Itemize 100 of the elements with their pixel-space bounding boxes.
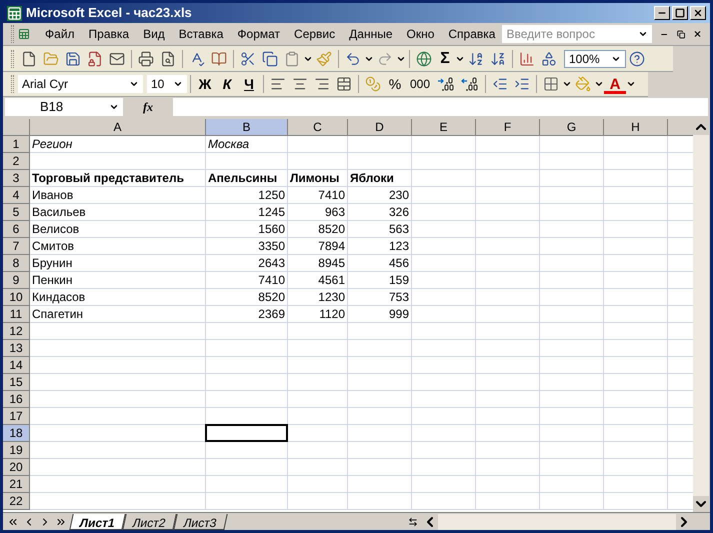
table-cell	[288, 357, 348, 374]
row-header[interactable]: 14	[3, 357, 30, 374]
maximize-button[interactable]	[672, 6, 688, 20]
table-cell	[476, 340, 540, 357]
row-header[interactable]: 8	[3, 255, 30, 272]
column-header[interactable]: G	[540, 119, 604, 136]
row-header[interactable]: 22	[3, 493, 30, 510]
select-all-corner[interactable]	[3, 119, 30, 136]
row-header[interactable]: 9	[3, 272, 30, 289]
row-header[interactable]: 6	[3, 221, 30, 238]
zoom-field[interactable]: 100%	[564, 50, 626, 68]
table-cell	[540, 476, 604, 493]
menu-item[interactable]: Окно	[400, 24, 442, 44]
table-cell	[288, 391, 348, 408]
table-cell	[288, 442, 348, 459]
table-cell	[412, 425, 476, 442]
table-cell	[412, 306, 476, 323]
table-cell	[348, 153, 412, 170]
row-header[interactable]: 15	[3, 374, 30, 391]
table-cell: 123	[348, 238, 412, 255]
bold-button[interactable]: Ж	[194, 74, 216, 94]
thousands-button[interactable]: 000	[406, 75, 434, 93]
font-size-field[interactable]: 10	[147, 75, 187, 93]
table-cell	[412, 187, 476, 204]
row-header[interactable]: 21	[3, 476, 30, 493]
menu-item[interactable]: Сервис	[287, 24, 342, 44]
caret-icon[interactable]	[626, 79, 636, 89]
row-header[interactable]: 10	[3, 289, 30, 306]
menu-item[interactable]: Файл	[38, 24, 82, 44]
table-cell: Брунин	[30, 255, 206, 272]
menu-item[interactable]: Вставка	[172, 24, 230, 44]
table-cell	[412, 272, 476, 289]
caret-icon[interactable]	[173, 79, 183, 89]
row-header[interactable]: 4	[3, 187, 30, 204]
row-header[interactable]: 13	[3, 340, 30, 357]
row-header[interactable]: 3	[3, 170, 30, 187]
sheet-tab[interactable]: Лист1	[69, 514, 126, 530]
row-header[interactable]: 18	[3, 425, 30, 442]
table-cell	[288, 476, 348, 493]
row-header[interactable]: 7	[3, 238, 30, 255]
percent-button[interactable]: %	[384, 74, 406, 94]
column-header[interactable]: H	[604, 119, 668, 136]
caret-icon[interactable]	[594, 79, 604, 89]
column-header[interactable]: D	[348, 119, 412, 136]
font-field[interactable]: Arial Cyr	[18, 75, 143, 93]
row-header[interactable]: 16	[3, 391, 30, 408]
row-header[interactable]: 5	[3, 204, 30, 221]
column-header[interactable]: F	[476, 119, 540, 136]
name-box[interactable]: B18	[5, 98, 123, 116]
menu-item[interactable]: Формат	[230, 24, 288, 44]
underline-button[interactable]: Ч	[238, 74, 260, 94]
row-header[interactable]: 17	[3, 408, 30, 425]
help-search-field[interactable]: Введите вопрос	[502, 25, 652, 43]
caret-icon[interactable]	[638, 29, 648, 39]
close-icon[interactable]	[693, 28, 702, 40]
insert-function-button[interactable]: fx	[123, 98, 173, 116]
column-header[interactable]: B	[206, 119, 288, 136]
table-cell	[540, 391, 604, 408]
menu-item[interactable]: Правка	[82, 24, 136, 44]
row-header[interactable]: 19	[3, 442, 30, 459]
column-header[interactable]: C	[288, 119, 348, 136]
split-handle-icon[interactable]	[408, 516, 418, 526]
restore-icon[interactable]	[676, 28, 685, 40]
row-header[interactable]: 1	[3, 136, 30, 153]
font-color-button[interactable]: A	[604, 74, 626, 94]
sheet-tab[interactable]: Лист2	[122, 514, 176, 530]
scroll-right-icon[interactable]	[676, 514, 692, 530]
column-header[interactable]: A	[30, 119, 206, 136]
table-cell	[540, 204, 604, 221]
column-header[interactable]: E	[412, 119, 476, 136]
italic-button[interactable]: К	[216, 74, 238, 94]
caret-icon[interactable]	[562, 79, 572, 89]
row-header[interactable]: 12	[3, 323, 30, 340]
menu-item[interactable]: Данные	[342, 24, 400, 44]
caret-icon[interactable]	[129, 79, 139, 89]
vertical-scrollbar[interactable]	[693, 119, 709, 512]
table-cell: 1250	[206, 187, 288, 204]
minimize-button[interactable]	[654, 6, 670, 20]
scroll-down-icon[interactable]	[693, 496, 709, 512]
table-cell	[412, 238, 476, 255]
table-cell: Яблоки	[348, 170, 412, 187]
close-button[interactable]	[690, 6, 706, 20]
autosum-button[interactable]: Σ	[435, 46, 455, 70]
menu-item[interactable]: Вид	[136, 24, 172, 44]
sheet-tab[interactable]: Лист3	[173, 514, 228, 530]
row-header[interactable]: 2	[3, 153, 30, 170]
document-icon[interactable]	[18, 26, 30, 42]
caret-icon[interactable]	[109, 102, 119, 112]
scroll-up-icon[interactable]	[693, 119, 709, 135]
table-cell	[540, 374, 604, 391]
table-cell	[288, 493, 348, 510]
row-header[interactable]: 11	[3, 306, 30, 323]
row-header[interactable]: 20	[3, 459, 30, 476]
table-cell	[540, 272, 604, 289]
table-cell	[348, 136, 412, 153]
menu-item[interactable]: Справка	[441, 24, 502, 44]
table-cell	[540, 493, 604, 510]
scroll-left-icon[interactable]	[422, 514, 438, 530]
table-cell	[348, 357, 412, 374]
formula-input[interactable]	[173, 98, 708, 116]
